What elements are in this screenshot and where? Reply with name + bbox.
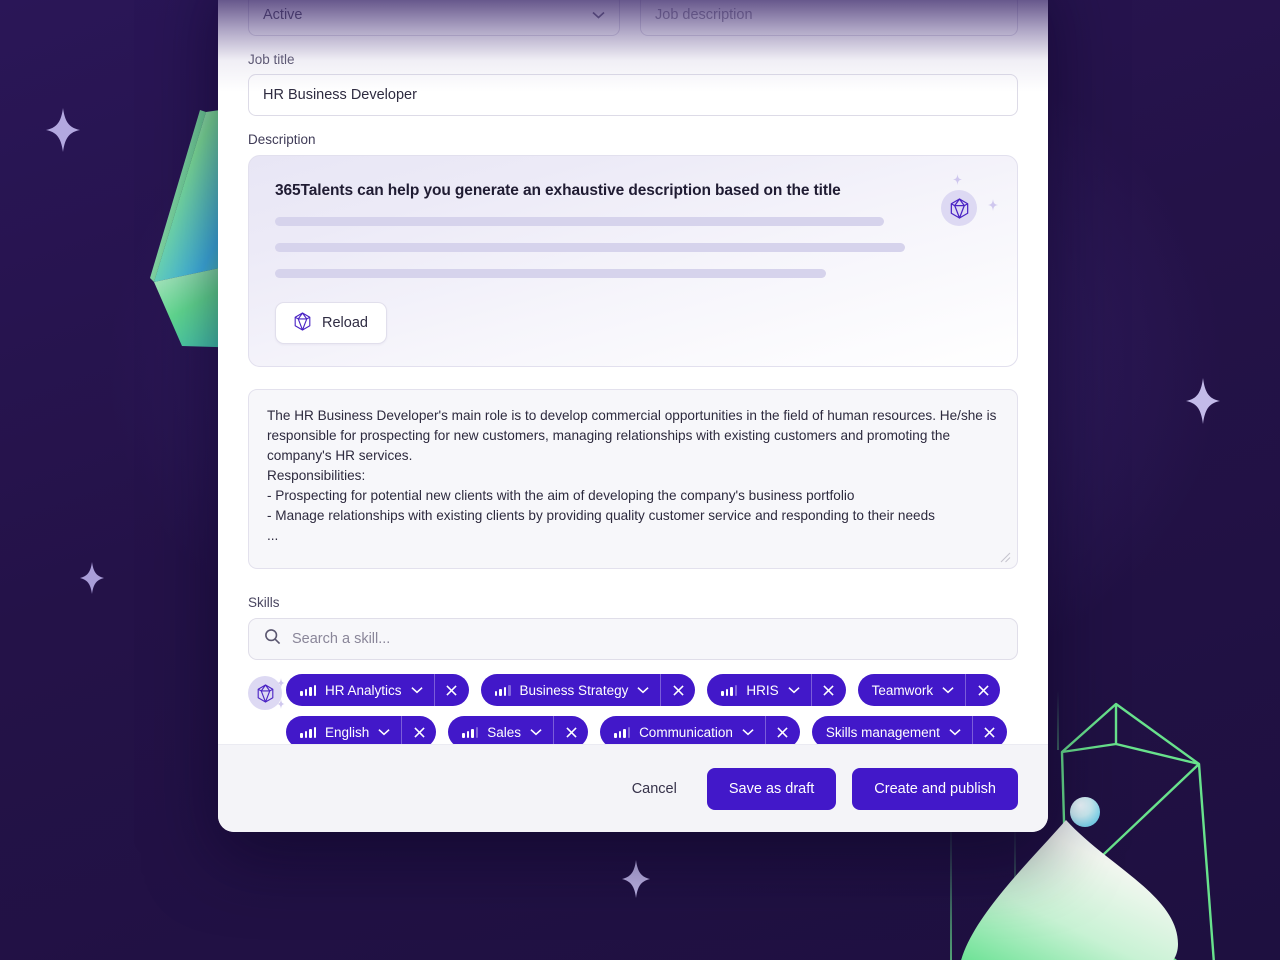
status-select[interactable]: Active [248,0,620,36]
skill-chip-main[interactable]: Teamwork [858,674,966,706]
green-blob-decoration [958,820,1178,960]
skill-level-indicator [614,726,631,738]
skill-chip-main[interactable]: Business Strategy [481,674,661,706]
chevron-down-icon[interactable] [942,681,954,699]
ai-gem-icon [941,190,977,226]
chevron-down-icon[interactable] [530,723,542,741]
chevron-down-icon[interactable] [788,681,800,699]
remove-skill-button[interactable] [966,674,1000,706]
description-label: Description [248,132,316,147]
search-icon [264,628,281,650]
reload-button-label: Reload [322,315,368,331]
sparkle-icon [80,562,104,594]
skill-chip[interactable]: HRIS [707,674,846,706]
job-title-input[interactable]: HR Business Developer [248,74,1018,116]
sparkle-icon [46,108,80,152]
chevron-down-icon [592,7,605,23]
skeleton-line [275,217,884,226]
ai-badge [248,675,285,714]
skeleton-line [275,269,827,278]
skill-level-indicator [462,726,479,738]
job-description-field-value: Job description [655,7,753,23]
remove-skill-button[interactable] [661,674,695,706]
chevron-down-icon[interactable] [949,723,961,741]
skill-chip-label: HR Analytics [325,682,402,698]
top-field-row: Active Job description [218,0,1048,36]
job-title-value: HR Business Developer [263,87,417,103]
sparkle-icon [1186,378,1220,424]
skill-chip-label: Communication [639,724,733,740]
wire-line-1 [950,814,952,960]
ai-suggestion-headline: 365Talents can help you generate an exha… [275,182,841,199]
skill-level-indicator [300,684,316,696]
ai-badge [941,170,999,226]
sparkle-icon [953,172,962,190]
skill-chips-container: HR Analytics Business Strategy HRIS Teamwor… [248,674,1018,748]
status-select-value: Active [263,7,303,23]
skill-search-input[interactable]: Search a skill... [248,618,1018,660]
description-textarea[interactable]: The HR Business Developer's main role is… [248,389,1018,569]
modal-body: Job title HR Business Developer Descript… [218,52,1048,748]
skill-chip-main[interactable]: HR Analytics [286,674,434,706]
create-and-publish-button[interactable]: Create and publish [852,767,1018,810]
sparkle-icon [988,198,998,216]
remove-skill-button[interactable] [812,674,846,706]
skill-chip-label: Business Strategy [519,682,629,698]
skill-chip[interactable]: Teamwork [857,674,1001,706]
chevron-down-icon[interactable] [378,723,390,741]
skill-chip-label: English [325,724,370,740]
skill-level-indicator [300,726,316,738]
skills-label: Skills [248,595,280,610]
job-title-label: Job title [248,52,295,67]
chevron-down-icon[interactable] [637,681,649,699]
skeleton-line [275,243,906,252]
wire-line-2 [1014,822,1016,960]
sparkle-icon [277,675,285,693]
skill-chips-list: HR Analytics Business Strategy HRIS Teamwor… [286,674,1018,748]
skill-search-placeholder: Search a skill... [292,631,391,647]
skill-chip-label: HRIS [746,682,779,698]
teal-sphere-decoration [1070,797,1100,827]
skill-chip-label: Sales [487,724,522,740]
wire-line-3 [1057,690,1059,750]
modal-footer: Cancel Save as draft Create and publish [218,744,1048,832]
chevron-down-icon[interactable] [742,723,754,741]
skill-level-indicator [721,684,738,696]
screenshot-root: Active Job description Job title HR Busi… [0,0,1280,960]
chevron-down-icon[interactable] [410,681,423,699]
remove-skill-button[interactable] [435,674,469,706]
ai-gem-icon [294,311,311,335]
skill-level-indicator [494,684,511,696]
job-description-field[interactable]: Job description [640,0,1018,36]
save-as-draft-button[interactable]: Save as draft [706,767,837,810]
reload-button[interactable]: Reload [275,302,387,344]
skill-chip[interactable]: HR Analytics [286,674,469,706]
cancel-button[interactable]: Cancel [618,771,691,807]
job-editor-modal: Active Job description Job title HR Busi… [218,0,1048,832]
description-textarea-value: The HR Business Developer's main role is… [267,408,997,543]
skill-chip-label: Skills management [825,724,940,740]
skill-chip-main[interactable]: HRIS [707,674,810,706]
skill-chip-label: Teamwork [871,682,934,698]
sparkle-icon [622,860,650,898]
skill-chip[interactable]: Business Strategy [480,674,696,706]
sparkle-icon [277,696,285,714]
ai-suggestion-card: 365Talents can help you generate an exha… [248,155,1018,367]
resize-grip-icon[interactable] [998,550,1011,563]
